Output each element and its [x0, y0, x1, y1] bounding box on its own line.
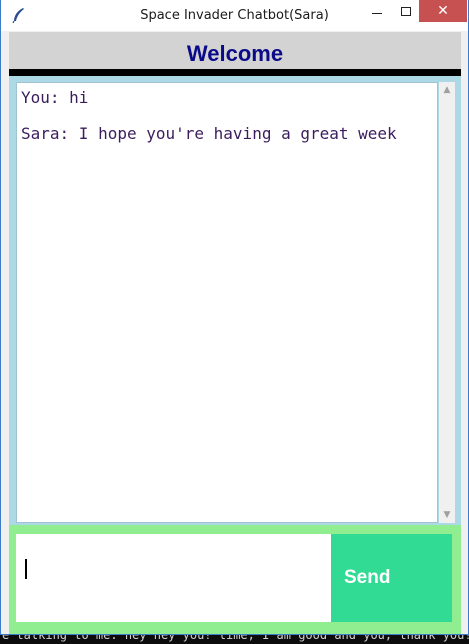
title-bar[interactable]: Space Invader Chatbot(Sara) ✕: [1, 0, 468, 31]
maximize-button[interactable]: [394, 0, 420, 22]
scroll-up-arrow-icon[interactable]: ▲: [439, 82, 455, 98]
chat-message-bot: Sara: I hope you're having a great week: [21, 124, 397, 143]
input-frame: Send: [9, 525, 461, 634]
chat-scrollbar[interactable]: ▲ ▼: [439, 82, 455, 523]
header-divider: [9, 69, 461, 76]
close-button[interactable]: ✕: [419, 0, 467, 22]
app-body: Welcome You: hi Sara: I hope you're havi…: [9, 32, 461, 634]
text-caret: [25, 559, 27, 579]
chat-message-user: You: hi: [21, 88, 89, 107]
minimize-button[interactable]: [360, 0, 394, 22]
message-input[interactable]: [16, 534, 331, 622]
welcome-header: Welcome: [9, 32, 461, 69]
chat-frame: You: hi Sara: I hope you're having a gre…: [9, 76, 461, 525]
send-button[interactable]: Send: [331, 534, 452, 622]
chat-log[interactable]: You: hi Sara: I hope you're having a gre…: [16, 82, 438, 523]
chatbot-window: Space Invader Chatbot(Sara) ✕ Welcome Yo…: [0, 0, 469, 635]
scroll-down-arrow-icon[interactable]: ▼: [439, 507, 455, 523]
